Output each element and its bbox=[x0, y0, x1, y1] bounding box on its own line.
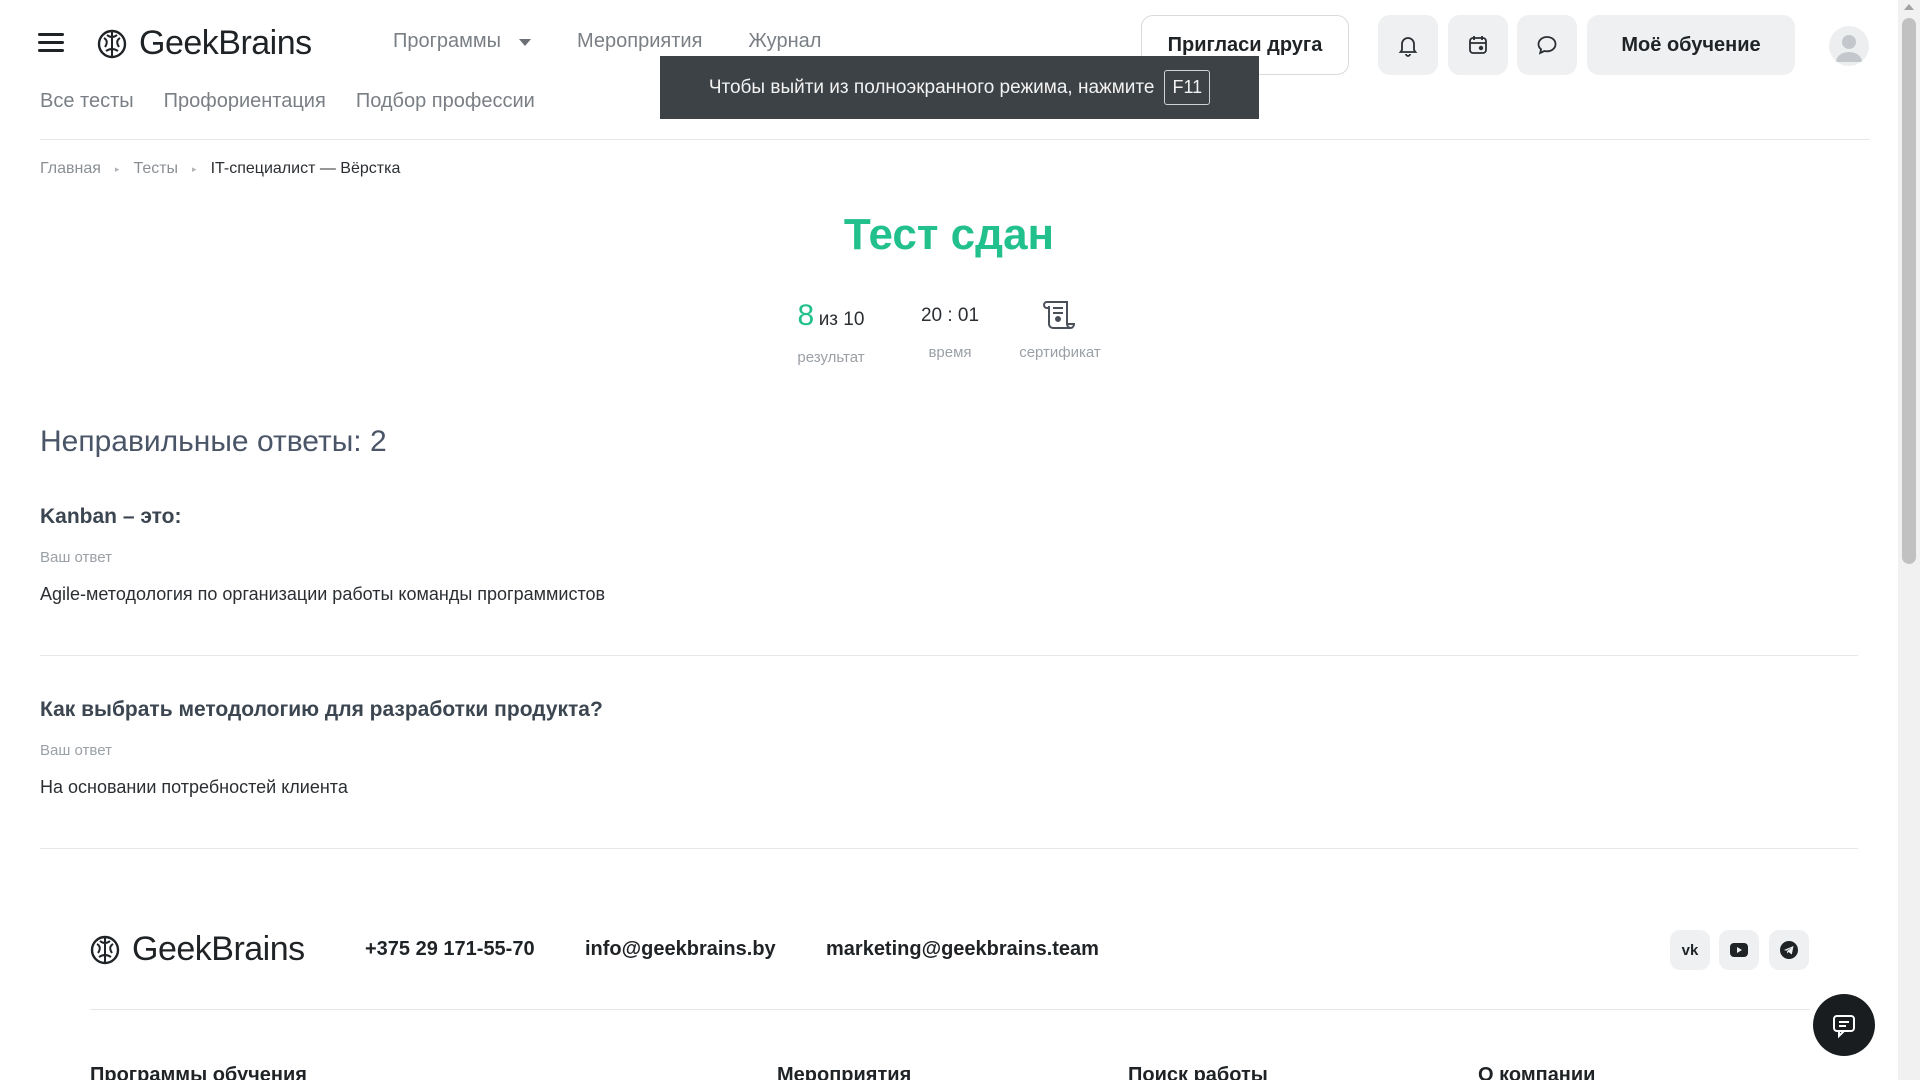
site-logo[interactable]: GeekBrains bbox=[97, 24, 312, 63]
subnav-career-guidance[interactable]: Профориентация bbox=[164, 90, 326, 113]
subnav-profession-select[interactable]: Подбор профессии bbox=[356, 90, 535, 113]
bell-icon bbox=[1398, 37, 1418, 57]
footer-col-about[interactable]: О компании bbox=[1478, 1064, 1595, 1080]
score-label: результат bbox=[797, 349, 865, 366]
time-label: время bbox=[928, 344, 972, 361]
vk-button[interactable]: vk bbox=[1670, 930, 1710, 970]
my-learning-button[interactable]: Моё обучение bbox=[1587, 15, 1795, 75]
sub-nav: Все тесты Профориентация Подбор професси… bbox=[40, 90, 535, 113]
time-value: 20 : 01 bbox=[920, 305, 980, 326]
certificate-stat[interactable]: сертификат bbox=[1010, 298, 1110, 361]
score-value: 8 bbox=[797, 299, 815, 332]
question-text: Как выбрать методологию для разработки п… bbox=[40, 698, 603, 721]
top-nav: Программы Мероприятия Журнал bbox=[393, 30, 821, 53]
question-divider bbox=[40, 848, 1858, 849]
toast-text: Чтобы выйти из полноэкранного режима, на… bbox=[708, 76, 1155, 98]
score-stat: 8 из 10 результат bbox=[780, 298, 882, 366]
notifications-button[interactable] bbox=[1378, 15, 1438, 75]
chat-icon bbox=[1537, 36, 1557, 55]
calendar-icon bbox=[1469, 36, 1487, 54]
nav-programs[interactable]: Программы bbox=[393, 30, 532, 53]
your-answer-label: Ваш ответ bbox=[40, 742, 112, 759]
footer-logo-text: GeekBrains bbox=[132, 930, 305, 968]
footer-logo[interactable]: GeekBrains bbox=[90, 930, 305, 969]
breadcrumb-separator-icon: ▸ bbox=[114, 163, 120, 174]
calendar-button[interactable] bbox=[1448, 15, 1508, 75]
answer-text: На основании потребностей клиента bbox=[40, 777, 348, 797]
toast-key: F11 bbox=[1164, 70, 1211, 105]
wrong-answer-item: Kanban – это: Ваш ответ Agile-методологи… bbox=[40, 505, 1858, 605]
menu-icon[interactable] bbox=[38, 33, 64, 55]
nav-events-label: Мероприятия bbox=[577, 30, 703, 52]
telegram-button[interactable] bbox=[1769, 930, 1809, 970]
question-divider bbox=[40, 655, 1858, 656]
scroll-up-arrow-icon[interactable] bbox=[1904, 4, 1914, 10]
footer-marketing-email[interactable]: marketing@geekbrains.team bbox=[826, 938, 1099, 961]
vk-icon: vk bbox=[1681, 941, 1699, 959]
footer-phone[interactable]: +375 29 171-55-70 bbox=[365, 938, 535, 961]
youtube-icon bbox=[1730, 943, 1748, 957]
support-chat-button[interactable] bbox=[1813, 994, 1875, 1056]
your-answer-label: Ваш ответ bbox=[40, 549, 112, 566]
nav-journal[interactable]: Журнал bbox=[748, 30, 821, 53]
certificate-icon[interactable] bbox=[1043, 298, 1077, 332]
breadcrumb-home[interactable]: Главная bbox=[40, 160, 101, 178]
score-total: из 10 bbox=[818, 309, 865, 330]
subnav-all-tests[interactable]: Все тесты bbox=[40, 90, 134, 113]
footer-col-programs[interactable]: Программы обучения bbox=[90, 1064, 307, 1080]
breadcrumb: Главная ▸ Тесты ▸ IT-специалист — Вёрстк… bbox=[40, 160, 400, 178]
footer-col-job-search[interactable]: Поиск работы bbox=[1128, 1064, 1268, 1080]
time-stat: 20 : 01 время bbox=[910, 298, 990, 361]
user-avatar-icon[interactable] bbox=[1829, 26, 1869, 66]
question-text: Kanban – это: bbox=[40, 505, 182, 528]
breadcrumb-tests[interactable]: Тесты bbox=[133, 160, 178, 178]
page-title: Тест сдан bbox=[843, 210, 1055, 259]
nav-programs-label: Программы bbox=[393, 30, 502, 52]
logo-text: GeekBrains bbox=[139, 24, 312, 62]
nav-journal-label: Журнал bbox=[748, 30, 822, 52]
chevron-down-icon bbox=[519, 39, 532, 46]
chat-bubble-icon bbox=[1833, 1015, 1855, 1039]
footer-email[interactable]: info@geekbrains.by bbox=[585, 938, 776, 961]
footer-col-events[interactable]: Мероприятия bbox=[777, 1064, 911, 1080]
page-scrollbar[interactable] bbox=[1898, 0, 1920, 1080]
youtube-button[interactable] bbox=[1719, 930, 1759, 970]
messages-button[interactable] bbox=[1517, 15, 1577, 75]
answer-text: Agile-методология по организации работы … bbox=[40, 584, 606, 604]
fullscreen-exit-toast: Чтобы выйти из полноэкранного режима, на… bbox=[660, 56, 1259, 119]
breadcrumb-current: IT-специалист — Вёрстка bbox=[210, 160, 401, 177]
wrong-answers-title: Неправильные ответы: 2 bbox=[40, 425, 387, 458]
brain-logo-icon bbox=[97, 29, 127, 58]
header-divider bbox=[40, 139, 1870, 140]
telegram-icon bbox=[1780, 941, 1798, 959]
breadcrumb-separator-icon: ▸ bbox=[192, 163, 197, 174]
brain-logo-icon bbox=[90, 935, 120, 964]
certificate-label: сертификат bbox=[1019, 344, 1101, 361]
wrong-answer-item: Как выбрать методологию для разработки п… bbox=[40, 698, 1858, 798]
nav-events[interactable]: Мероприятия bbox=[577, 30, 702, 53]
scrollbar-thumb[interactable] bbox=[1902, 18, 1916, 564]
footer-divider bbox=[90, 1009, 1810, 1010]
